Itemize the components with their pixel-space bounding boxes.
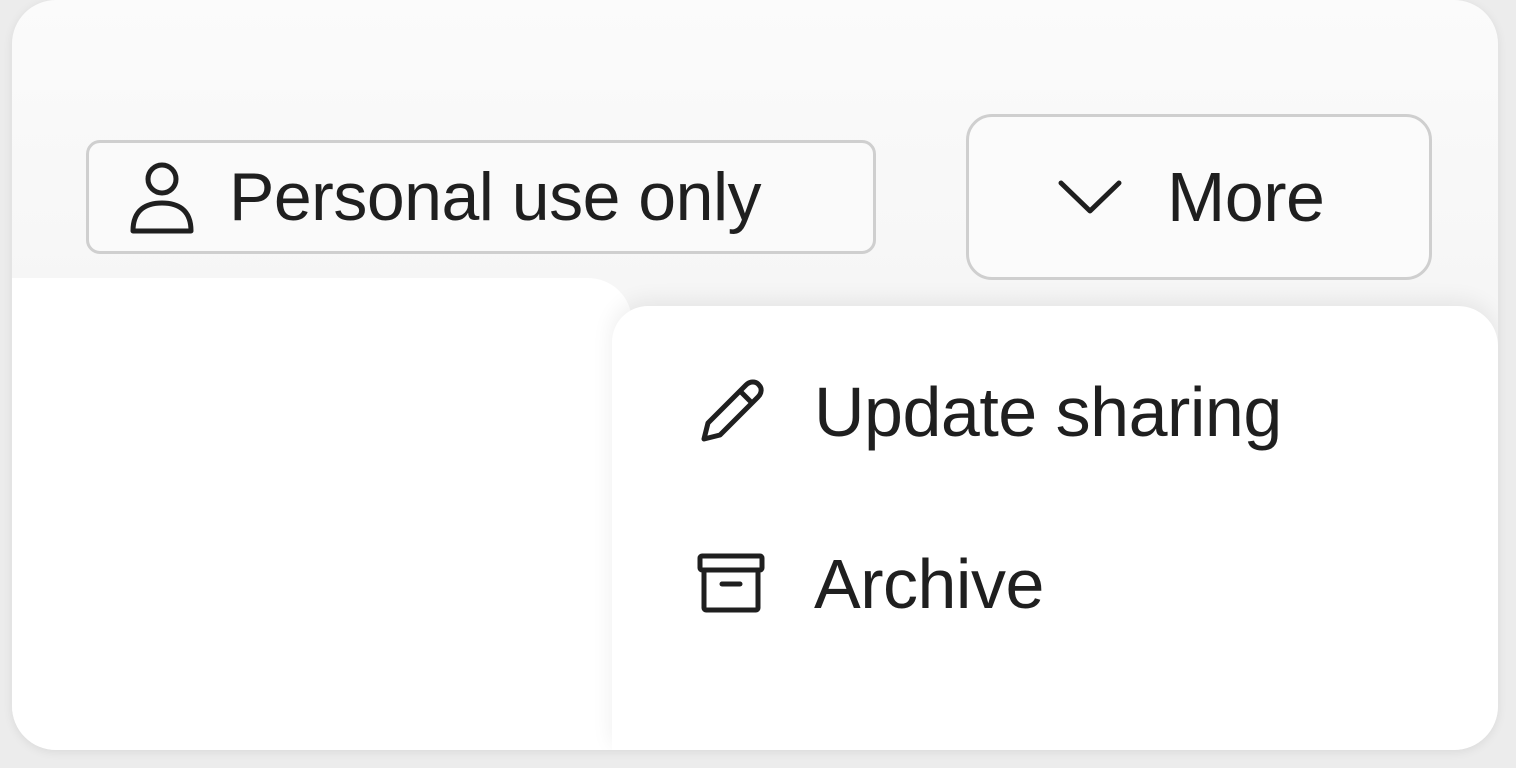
sharing-card: Personal use only More Update sharing Ar… <box>12 0 1498 750</box>
personal-use-badge: Personal use only <box>86 140 876 254</box>
more-dropdown-menu: Update sharing Archive <box>612 306 1498 750</box>
badge-label: Personal use only <box>229 159 762 235</box>
menu-item-archive[interactable]: Archive <box>696 536 1044 632</box>
card-lower-panel <box>12 278 632 750</box>
menu-item-label: Update sharing <box>814 373 1282 451</box>
menu-item-label: Archive <box>814 545 1044 623</box>
archive-box-icon <box>696 549 766 619</box>
pencil-icon <box>696 377 766 447</box>
menu-item-update-sharing[interactable]: Update sharing <box>696 364 1282 460</box>
more-button[interactable]: More <box>966 114 1432 280</box>
person-icon <box>127 157 197 237</box>
chevron-down-icon <box>1055 167 1125 227</box>
more-button-label: More <box>1167 158 1325 236</box>
